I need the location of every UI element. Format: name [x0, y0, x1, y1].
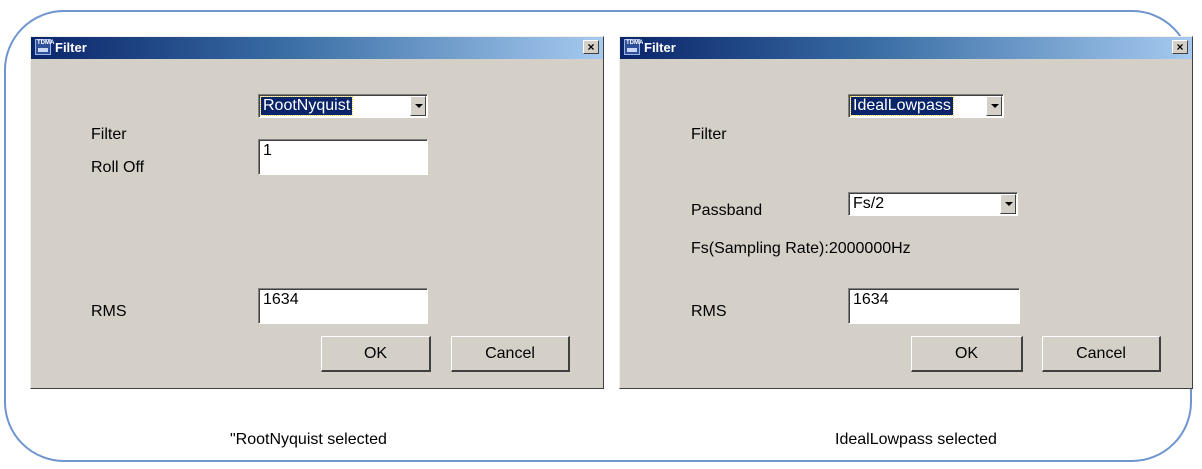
rolloff-label: Roll Off [91, 159, 145, 176]
filter-dropdown[interactable]: IdealLowpass [848, 94, 1004, 118]
cancel-button[interactable]: Cancel [1042, 336, 1161, 372]
rms-label: RMS [91, 303, 127, 320]
ok-button[interactable]: OK [911, 336, 1023, 372]
rms-input[interactable]: 1634 [258, 288, 428, 324]
rms-input[interactable]: 1634 [848, 288, 1020, 324]
title-bar[interactable]: TDMA Filter × [620, 37, 1192, 59]
chevron-down-icon[interactable] [410, 96, 426, 116]
close-icon: × [1176, 40, 1184, 54]
passband-dropdown[interactable]: Fs/2 [848, 192, 1018, 216]
close-button[interactable]: × [1172, 40, 1188, 54]
sampling-rate-text: Fs(Sampling Rate):2000000Hz [691, 240, 911, 257]
filter-label: Filter [691, 126, 727, 143]
rolloff-input[interactable]: 1 [258, 139, 428, 175]
filter-label: Filter [91, 126, 127, 143]
passband-selected-value: Fs/2 [853, 195, 885, 212]
tdma-app-icon: TDMA [35, 39, 54, 55]
dialog-title: Filter [55, 40, 87, 55]
chevron-down-icon[interactable] [986, 96, 1002, 116]
ok-button[interactable]: OK [321, 336, 431, 372]
filter-dialog-ideallowpass: TDMA Filter × Filter IdealLowpass Passba… [619, 36, 1193, 389]
rms-label: RMS [691, 303, 727, 320]
caption-rootnyquist: "RootNyquist selected [230, 431, 387, 448]
close-icon: × [587, 40, 595, 54]
chevron-down-icon[interactable] [1000, 194, 1016, 214]
caption-ideallowpass: IdealLowpass selected [835, 431, 997, 448]
close-button[interactable]: × [583, 40, 599, 54]
tdma-app-icon: TDMA [624, 39, 643, 55]
filter-selected-value: RootNyquist [259, 96, 354, 116]
cancel-button[interactable]: Cancel [451, 336, 570, 372]
title-bar[interactable]: TDMA Filter × [31, 37, 603, 59]
passband-label: Passband [691, 202, 763, 219]
filter-dialog-rootnyquist: TDMA Filter × Filter RootNyquist Roll Of… [30, 36, 604, 389]
filter-dropdown[interactable]: RootNyquist [258, 94, 428, 118]
dialog-title: Filter [644, 40, 676, 55]
filter-selected-value: IdealLowpass [850, 96, 954, 116]
